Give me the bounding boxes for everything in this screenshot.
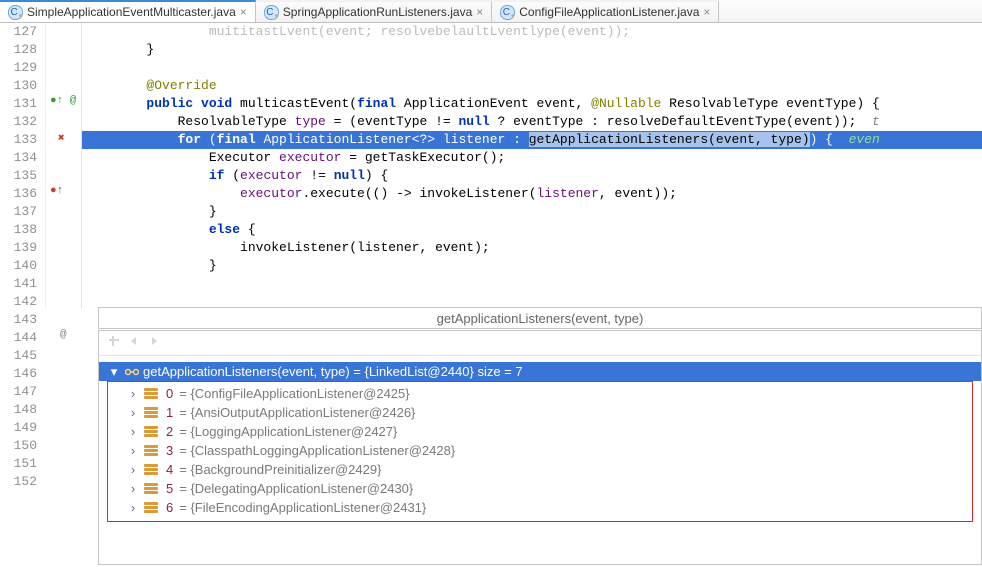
close-icon[interactable]: × (703, 5, 710, 19)
chevron-down-icon[interactable]: ▾ (109, 364, 119, 380)
expression-text: getApplicationListeners(event, type) (437, 311, 644, 326)
list-element-icon (144, 426, 158, 437)
java-class-icon: C▪ (264, 5, 279, 20)
highlighted-region: ›0 = {ConfigFileApplicationListener@2425… (107, 381, 973, 522)
chevron-right-icon[interactable]: › (128, 405, 138, 420)
java-class-icon: C▪ (8, 5, 23, 20)
debug-item-6[interactable]: ›6 = {FileEncodingApplicationListener@24… (108, 498, 972, 517)
debug-item-5[interactable]: ›5 = {DelegatingApplicationListener@2430… (108, 479, 972, 498)
tab-label: ConfigFileApplicationListener.java (519, 5, 699, 19)
chevron-right-icon[interactable]: › (128, 481, 138, 496)
close-icon[interactable]: × (240, 5, 247, 19)
list-element-icon (144, 502, 158, 513)
debug-toolbar (99, 331, 981, 356)
tab-label: SpringApplicationRunListeners.java (283, 5, 472, 19)
java-class-icon: C▪ (500, 5, 515, 20)
debug-item-1[interactable]: ›1 = {AnsiOutputApplicationListener@2426… (108, 403, 972, 422)
tab-config-file-listener[interactable]: C▪ ConfigFileApplicationListener.java × (492, 0, 719, 22)
debug-item-2[interactable]: ›2 = {LoggingApplicationListener@2427} (108, 422, 972, 441)
step-marker-icon[interactable]: ●↑ (50, 185, 63, 197)
current-debug-line: for (final ApplicationListener<?> listen… (82, 131, 982, 149)
list-element-icon (144, 445, 158, 456)
list-element-icon (144, 407, 158, 418)
debug-root-label: getApplicationListeners(event, type) = {… (143, 364, 523, 379)
tab-spring-run-listeners[interactable]: C▪ SpringApplicationRunListeners.java × (256, 0, 492, 22)
chevron-right-icon[interactable]: › (128, 386, 138, 401)
override-up-icon[interactable]: ●↑ @ (50, 95, 76, 107)
back-icon[interactable] (127, 334, 141, 352)
list-element-icon (144, 464, 158, 475)
new-watch-icon[interactable] (107, 334, 121, 352)
debug-tree[interactable]: ▾ getApplicationListeners(event, type) =… (99, 356, 981, 528)
list-element-icon (144, 483, 158, 494)
marker-gutter: ●↑ @ ✖ ●↑ @ (46, 23, 82, 308)
evaluate-expression-popup: getApplicationListeners(event, type) (98, 307, 982, 329)
chevron-right-icon[interactable]: › (128, 462, 138, 477)
debug-item-0[interactable]: ›0 = {ConfigFileApplicationListener@2425… (108, 384, 972, 403)
code-area[interactable]: muititastLvent(event; resolvebelaultLven… (82, 23, 982, 308)
code-editor[interactable]: 1271281291301311321331341351361371381391… (0, 23, 982, 308)
debug-variables-panel: ▾ getApplicationListeners(event, type) =… (98, 330, 982, 565)
at-marker-icon[interactable]: @ (60, 329, 67, 341)
list-element-icon (144, 388, 158, 399)
breakpoint-icon[interactable]: ✖ (58, 131, 65, 145)
watches-icon (125, 368, 137, 376)
tab-label: SimpleApplicationEventMulticaster.java (27, 5, 236, 19)
debug-item-4[interactable]: ›4 = {BackgroundPreinitializer@2429} (108, 460, 972, 479)
debug-root-node[interactable]: ▾ getApplicationListeners(event, type) =… (99, 362, 981, 381)
debug-item-3[interactable]: ›3 = {ClasspathLoggingApplicationListene… (108, 441, 972, 460)
chevron-right-icon[interactable]: › (128, 500, 138, 515)
close-icon[interactable]: × (476, 5, 483, 19)
forward-icon[interactable] (147, 334, 161, 352)
editor-tabs: C▪ SimpleApplicationEventMulticaster.jav… (0, 0, 982, 23)
line-number-gutter: 1271281291301311321331341351361371381391… (0, 23, 46, 308)
chevron-right-icon[interactable]: › (128, 424, 138, 439)
tab-simple-event[interactable]: C▪ SimpleApplicationEventMulticaster.jav… (0, 0, 256, 22)
chevron-right-icon[interactable]: › (128, 443, 138, 458)
